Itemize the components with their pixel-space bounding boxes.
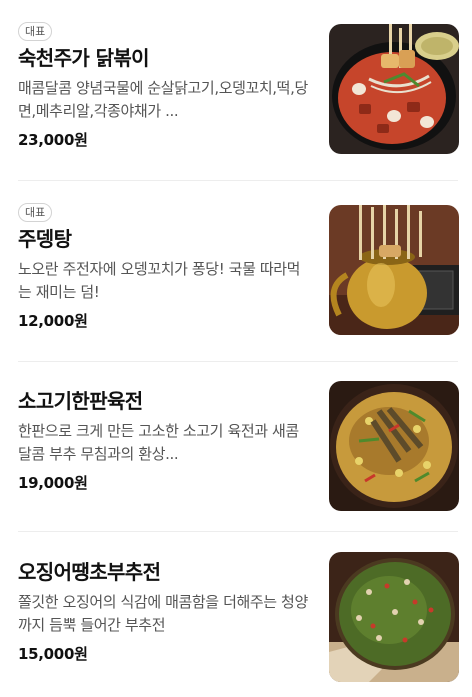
- menu-item-price: 19,000원: [18, 474, 88, 492]
- menu-item-judengtang[interactable]: 대표 주뎅탕 노오란 주전자에 오뎅꼬치가 퐁당! 국물 따라먹는 재미는 덤!…: [0, 201, 472, 341]
- menu-item-name: 숙천주가 닭볶이: [18, 46, 150, 70]
- signature-badge: 대표: [18, 203, 53, 222]
- menu-item-description: 한판으로 크게 만든 고소한 소고기 육전과 새콤달콤 부추 무침과의 환상..…: [18, 422, 299, 463]
- menu-item-dakbokki[interactable]: 대표 숙천주가 닭볶이 매콤달콤 양념국물에 순살닭고기,오뎅꼬치,떡,당면,메…: [0, 20, 472, 160]
- divider: [18, 361, 458, 362]
- menu-item-description: 쫄깃한 오징어의 식감에 매콤함을 더해주는 청양까지 듬뿍 들어간 부추전: [18, 593, 308, 634]
- squid-chive-pancake-photo: [329, 552, 459, 682]
- menu-list: 대표 숙천주가 닭볶이 매콤달콤 양념국물에 순살닭고기,오뎅꼬치,떡,당면,메…: [0, 0, 472, 697]
- menu-item-name: 주뎅탕: [18, 227, 72, 251]
- menu-item-price: 12,000원: [18, 312, 88, 330]
- menu-item-name: 오징어땡초부추전: [18, 560, 161, 584]
- divider: [18, 531, 458, 532]
- menu-item-info: 대표 숙천주가 닭볶이 매콤달콤 양념국물에 순살닭고기,오뎅꼬치,떡,당면,메…: [18, 20, 310, 150]
- divider: [18, 180, 458, 181]
- menu-item-price: 15,000원: [18, 645, 88, 663]
- menu-item-name: 소고기한판육전: [18, 389, 143, 413]
- menu-item-info: 대표 주뎅탕 노오란 주전자에 오뎅꼬치가 퐁당! 국물 따라먹는 재미는 덤!…: [18, 201, 310, 331]
- menu-item-description: 노오란 주전자에 오뎅꼬치가 퐁당! 국물 따라먹는 재미는 덤!: [18, 260, 301, 301]
- menu-item-price: 23,000원: [18, 131, 88, 149]
- beef-pancake-photo: [329, 381, 459, 511]
- menu-item-description: 매콤달콤 양념국물에 순살닭고기,오뎅꼬치,떡,당면,메추리알,각종야채가 ..…: [18, 79, 308, 120]
- signature-badge: 대표: [18, 22, 53, 41]
- dakbokki-photo: [329, 24, 459, 154]
- menu-item-info: 오징어땡초부추전 쫄깃한 오징어의 식감에 매콤함을 더해주는 청양까지 듬뿍 …: [18, 559, 310, 664]
- menu-item-beef-pancake[interactable]: 소고기한판육전 한판으로 크게 만든 고소한 소고기 육전과 새콤달콤 부추 무…: [0, 381, 472, 518]
- menu-item-squid-pancake[interactable]: 오징어땡초부추전 쫄깃한 오징어의 식감에 매콤함을 더해주는 청양까지 듬뿍 …: [0, 552, 472, 689]
- menu-item-info: 소고기한판육전 한판으로 크게 만든 고소한 소고기 육전과 새콤달콤 부추 무…: [18, 388, 310, 493]
- odeng-soup-kettle-photo: [329, 205, 459, 335]
